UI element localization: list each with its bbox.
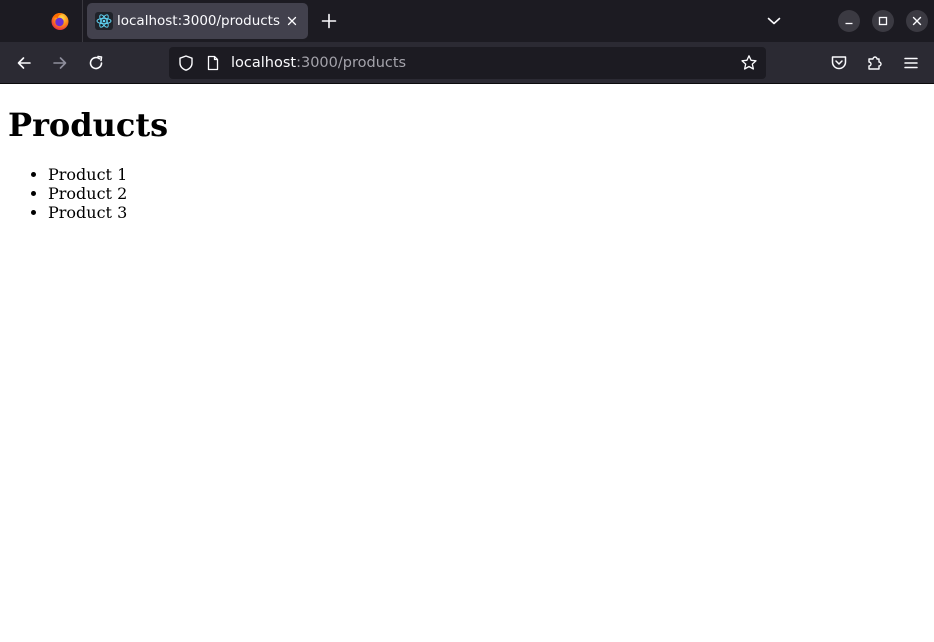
list-item: Product 3: [48, 203, 127, 222]
puzzle-icon[interactable]: [865, 53, 885, 73]
hamburger-icon[interactable]: [901, 53, 921, 73]
minimize-button[interactable]: [838, 10, 860, 32]
page-title: Products: [8, 106, 169, 144]
shield-icon[interactable]: [177, 54, 195, 72]
pocket-icon[interactable]: [829, 53, 849, 73]
tab-products[interactable]: localhost:3000/products: [87, 3, 308, 39]
window-close-icon: [912, 16, 922, 26]
url-bar[interactable]: localhost:3000/products: [169, 47, 766, 79]
plus-icon[interactable]: [318, 10, 340, 32]
react-icon: [95, 12, 113, 30]
url-host: localhost: [231, 55, 297, 71]
maximize-icon: [878, 16, 888, 26]
page-icon[interactable]: [205, 55, 221, 71]
star-icon[interactable]: [740, 54, 758, 72]
firefox-icon[interactable]: [50, 11, 70, 31]
url-path: :3000/products: [296, 55, 407, 71]
url-text[interactable]: localhost:3000/products: [231, 54, 406, 72]
minimize-icon: [845, 22, 853, 25]
chevron-down-icon[interactable]: [764, 11, 784, 31]
navigation-toolbar: localhost:3000/products: [0, 42, 934, 84]
arrow-right-icon[interactable]: [50, 53, 70, 73]
tab-title: localhost:3000/products: [117, 13, 281, 29]
list-item: Product 2: [48, 184, 127, 203]
close-icon[interactable]: [283, 12, 301, 30]
page-content: Products Product 1 Product 2 Product 3: [0, 85, 934, 642]
arrow-left-icon[interactable]: [14, 53, 34, 73]
tab-strip: localhost:3000/products: [0, 0, 934, 42]
product-list: Product 1 Product 2 Product 3: [48, 165, 127, 222]
maximize-button[interactable]: [872, 10, 894, 32]
tabstrip-separator: [82, 0, 83, 42]
list-item: Product 1: [48, 165, 127, 184]
window-close-button[interactable]: [906, 10, 928, 32]
reload-icon[interactable]: [86, 53, 106, 73]
